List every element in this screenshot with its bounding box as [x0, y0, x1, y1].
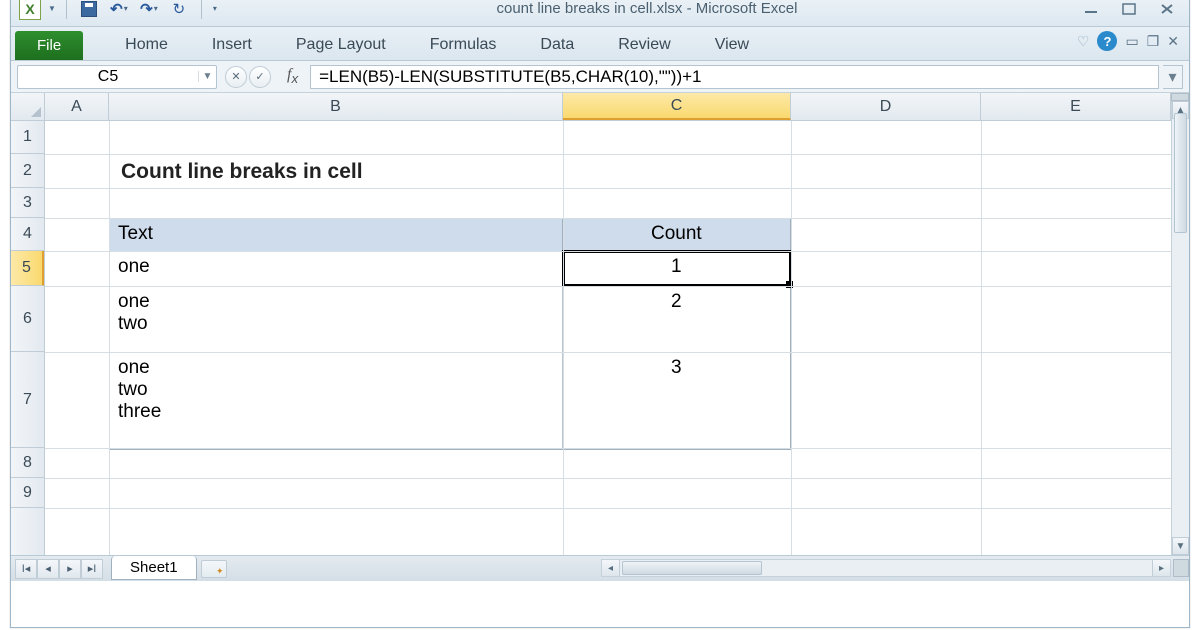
- horizontal-split-handle[interactable]: [1173, 559, 1189, 577]
- row-header-1[interactable]: 1: [11, 121, 44, 154]
- ribbon-tabs: File HomeInsertPage LayoutFormulasDataRe…: [11, 27, 1189, 61]
- next-sheet-button[interactable]: ▸: [59, 559, 81, 579]
- tab-formulas[interactable]: Formulas: [408, 30, 519, 60]
- ribbon-restore-button[interactable]: ❐: [1147, 33, 1160, 50]
- app-menu-drop-icon[interactable]: ▼: [48, 4, 56, 13]
- row-headers: 123456789: [11, 121, 45, 555]
- enter-formula-button[interactable]: ✓: [249, 66, 271, 88]
- col-header-d[interactable]: D: [791, 93, 981, 120]
- ribbon-close-button[interactable]: ✕: [1167, 33, 1179, 50]
- scroll-right-button[interactable]: ▸: [1152, 560, 1170, 576]
- row-header-6[interactable]: 6: [11, 286, 44, 352]
- prev-sheet-button[interactable]: ◂: [37, 559, 59, 579]
- column-headers: ABCDE: [45, 93, 1171, 121]
- excel-window: X ▼ ↶▾ ↷▾ ↻ ▾ count line breaks in cell.…: [10, 0, 1190, 628]
- save-icon: [81, 1, 97, 17]
- row-header-4[interactable]: 4: [11, 218, 44, 251]
- col-header-a[interactable]: A: [45, 93, 109, 120]
- horizontal-scroll-thumb[interactable]: [622, 561, 762, 575]
- col-header-text: Text: [110, 219, 563, 251]
- cell-c5[interactable]: 1: [563, 252, 790, 286]
- redo-button[interactable]: ↷▾: [137, 0, 161, 21]
- tab-insert[interactable]: Insert: [190, 30, 274, 60]
- row-header-7[interactable]: 7: [11, 352, 44, 448]
- excel-logo-icon: X: [19, 0, 41, 20]
- col-header-c[interactable]: C: [563, 93, 791, 120]
- cell-c6[interactable]: 2: [563, 287, 790, 352]
- vertical-scrollbar[interactable]: ▲ ▼: [1171, 93, 1189, 555]
- refresh-icon: ↻: [173, 0, 186, 18]
- tab-view[interactable]: View: [693, 30, 771, 60]
- name-box-drop-icon[interactable]: ▼: [198, 71, 216, 82]
- cells-area[interactable]: Count line breaks in cell Text Count one…: [45, 121, 1171, 555]
- vertical-split-handle[interactable]: [1171, 93, 1189, 101]
- maximize-icon: [1120, 2, 1138, 16]
- col-header-count: Count: [563, 219, 790, 251]
- tab-review[interactable]: Review: [596, 30, 692, 60]
- ribbon-heart-icon[interactable]: ♡: [1077, 33, 1090, 50]
- tab-page-layout[interactable]: Page Layout: [274, 30, 408, 60]
- row-header-9[interactable]: 9: [11, 478, 44, 508]
- first-sheet-button[interactable]: I◂: [15, 559, 37, 579]
- vertical-scroll-thumb[interactable]: [1174, 113, 1187, 233]
- file-tab[interactable]: File: [15, 31, 83, 60]
- help-icon: ?: [1103, 34, 1111, 49]
- formula-bar: ▼ ✕ ✓ fx =LEN(B5)-LEN(SUBSTITUTE(B5,CHAR…: [11, 61, 1189, 93]
- sheet-title: Count line breaks in cell: [115, 157, 369, 187]
- expand-formula-bar-icon[interactable]: ▾: [1163, 65, 1183, 89]
- spreadsheet-grid[interactable]: ABCDE 123456789 Count line breaks in cel…: [11, 93, 1189, 555]
- last-sheet-button[interactable]: ▸I: [81, 559, 103, 579]
- fx-button[interactable]: fx: [287, 66, 298, 86]
- new-sheet-button[interactable]: [201, 560, 227, 578]
- cell-c7[interactable]: 3: [563, 353, 790, 449]
- save-button[interactable]: [77, 0, 101, 21]
- data-table: Text Count one 1 one two 2 one two three…: [109, 218, 791, 450]
- undo-icon: ↶: [110, 0, 123, 18]
- window-title: count line breaks in cell.xlsx - Microso…: [217, 0, 1077, 17]
- cancel-formula-button[interactable]: ✕: [225, 66, 247, 88]
- scroll-left-button[interactable]: ◂: [602, 560, 620, 576]
- horizontal-scrollbar[interactable]: ◂ ▸: [601, 559, 1171, 577]
- tab-home[interactable]: Home: [103, 30, 190, 60]
- name-box[interactable]: [18, 68, 198, 86]
- close-button[interactable]: [1153, 0, 1181, 18]
- col-header-e[interactable]: E: [981, 93, 1171, 120]
- col-header-b[interactable]: B: [109, 93, 563, 120]
- sheet-tab-sheet1[interactable]: Sheet1: [111, 556, 197, 580]
- help-button[interactable]: ?: [1097, 31, 1117, 51]
- title-bar: X ▼ ↶▾ ↷▾ ↻ ▾ count line breaks in cell.…: [11, 0, 1189, 27]
- formula-input[interactable]: =LEN(B5)-LEN(SUBSTITUTE(B5,CHAR(10),""))…: [310, 65, 1159, 89]
- undo-button[interactable]: ↶▾: [107, 0, 131, 21]
- close-icon: [1158, 2, 1176, 16]
- cell-b5[interactable]: one: [110, 252, 563, 286]
- row-header-3[interactable]: 3: [11, 188, 44, 218]
- refresh-button[interactable]: ↻: [167, 0, 191, 21]
- row-header-5[interactable]: 5: [11, 251, 44, 286]
- redo-icon: ↷: [140, 0, 153, 18]
- sheet-tab-bar: I◂ ◂ ▸ ▸I Sheet1 ◂ ▸: [11, 555, 1189, 581]
- row-header-8[interactable]: 8: [11, 448, 44, 478]
- minimize-icon: [1082, 3, 1100, 15]
- maximize-button[interactable]: [1115, 0, 1143, 18]
- select-all-corner[interactable]: [11, 93, 45, 121]
- minimize-button[interactable]: [1077, 0, 1105, 18]
- row-header-2[interactable]: 2: [11, 154, 44, 188]
- scroll-down-button[interactable]: ▼: [1172, 537, 1189, 555]
- cell-b7[interactable]: one two three: [110, 353, 563, 449]
- cell-b6[interactable]: one two: [110, 287, 563, 352]
- ribbon-minimize-button[interactable]: ▭: [1125, 33, 1138, 50]
- tab-data[interactable]: Data: [518, 30, 596, 60]
